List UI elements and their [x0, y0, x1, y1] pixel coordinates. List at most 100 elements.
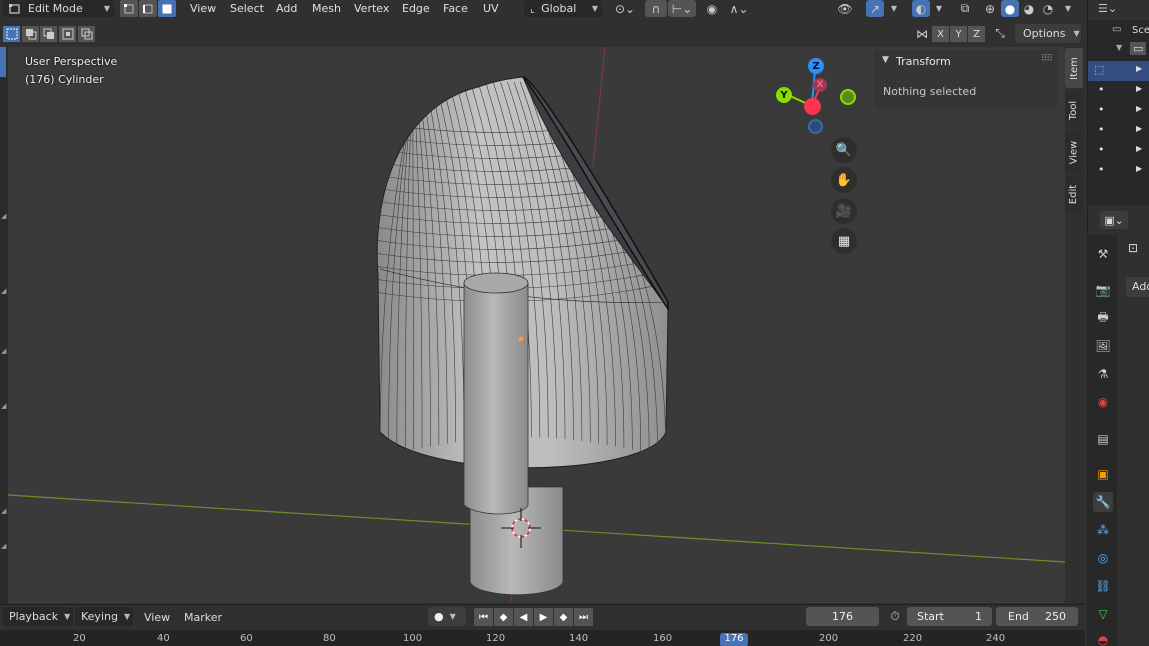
wireframe-shading-button[interactable]: ⊕ [981, 0, 999, 17]
collection-row[interactable]: ▼ ▭ [1088, 41, 1149, 60]
expand-arrow-icon[interactable]: ▶ [1136, 104, 1142, 113]
tab-item[interactable]: Item [1065, 48, 1083, 88]
gizmo-neg-y-ball[interactable] [840, 89, 856, 105]
gizmo-neg-x-ball[interactable] [804, 98, 821, 115]
shading-dropdown[interactable]: ▼ [1060, 0, 1076, 17]
mirror-options-button[interactable]: ⋈ [913, 25, 931, 42]
edge-select-mode-button[interactable] [139, 0, 157, 17]
menu-uv[interactable]: UV [483, 0, 499, 17]
overlays-dropdown[interactable]: ▼ [931, 0, 947, 17]
outliner-menu-icon[interactable]: ☰⌄ [1098, 2, 1117, 15]
gizmo-toggle[interactable]: ↗ [866, 0, 884, 17]
keyframe-record-button[interactable]: ● ▼ [428, 607, 466, 626]
select-extend-button[interactable] [22, 26, 39, 42]
jump-to-start-button[interactable]: ⏮ [474, 608, 493, 626]
perspective-toggle-button[interactable]: ▦ [831, 228, 857, 254]
outliner-row-cylinder[interactable]: ⬚ ▶ [1088, 61, 1149, 81]
use-preview-range-toggle[interactable]: ⏱ [886, 607, 904, 626]
timeline-menu-marker[interactable]: Marker [184, 608, 222, 626]
mode-dropdown[interactable]: Edit Mode ▼ [2, 0, 114, 17]
proportional-edit-toggle[interactable]: ◉ [703, 0, 721, 17]
select-invert-button[interactable] [59, 26, 76, 42]
select-new-button[interactable] [3, 26, 20, 42]
play-reverse-button[interactable]: ◀ [514, 608, 533, 626]
menu-mesh[interactable]: Mesh [312, 0, 341, 17]
timeline-ruler[interactable]: 20 40 60 80 100 120 140 160 200 220 240 … [0, 630, 1085, 646]
menu-vertex[interactable]: Vertex [354, 0, 389, 17]
menu-edge[interactable]: Edge [402, 0, 430, 17]
transform-orientation-dropdown[interactable]: ⌞ Global ▼ [524, 0, 602, 17]
start-frame-field[interactable]: Start 1 [907, 607, 992, 626]
overlays-toggle[interactable]: ◐ [912, 0, 930, 17]
tab-collection[interactable]: ▤ [1093, 429, 1113, 449]
select-intersect-button[interactable] [78, 26, 95, 42]
tab-physics[interactable]: ◎ [1093, 548, 1113, 568]
scene-collection-row[interactable]: ▭ Sce [1088, 22, 1149, 40]
outliner-row[interactable]: • ▶ [1088, 161, 1149, 181]
jump-to-keyframe-next-button[interactable]: ◆ [554, 608, 573, 626]
auto-merge-button[interactable]: ⤡ [991, 25, 1009, 42]
outliner-row[interactable]: • ▶ [1088, 121, 1149, 141]
keying-dropdown[interactable]: Keying ▼ [75, 607, 133, 626]
menu-select[interactable]: Select [230, 0, 264, 17]
timeline-menu-view[interactable]: View [144, 608, 170, 626]
tab-tool[interactable]: Tool [1065, 92, 1083, 128]
xray-toggle[interactable]: ⧉ [956, 0, 974, 17]
expand-arrow-icon[interactable]: ▶ [1136, 124, 1142, 133]
menu-face[interactable]: Face [443, 0, 468, 17]
options-dropdown[interactable]: Options ▼ [1015, 24, 1081, 43]
playhead-frame-indicator[interactable]: 176 [720, 633, 748, 646]
snap-target-dropdown[interactable]: ⊢⌄ [668, 0, 696, 17]
collapse-chevron-icon[interactable]: ▼ [882, 55, 889, 65]
zoom-button[interactable]: 🔍 [831, 137, 857, 163]
falloff-dropdown[interactable]: ∧⌄ [724, 0, 754, 17]
toolbar-strip[interactable]: ◢ ◢ ◢ ◢ ◢ ◢ [0, 47, 8, 603]
menu-view[interactable]: View [190, 0, 216, 17]
gizmo-y-axis[interactable]: Y [776, 87, 792, 103]
tab-view-layer[interactable]: 🖼 [1093, 336, 1113, 356]
expand-arrow-icon[interactable]: ▶ [1136, 64, 1142, 73]
tab-scene[interactable]: ⚗ [1093, 364, 1113, 384]
tab-world[interactable]: ◉ [1093, 392, 1113, 412]
pivot-point-button[interactable]: ⊙⌄ [610, 0, 640, 17]
transform-panel-title[interactable]: Transform [896, 55, 951, 68]
gizmo-z-axis[interactable]: Z [808, 58, 824, 74]
outliner-row[interactable]: • ▶ [1088, 141, 1149, 161]
gizmo-neg-z-ball[interactable] [808, 119, 823, 134]
end-frame-field[interactable]: End 250 [996, 607, 1078, 626]
tab-render[interactable]: 📷 [1093, 280, 1113, 300]
tab-object[interactable]: ▣ [1093, 464, 1113, 484]
mirror-x-toggle[interactable]: X [932, 26, 949, 42]
tab-output[interactable]: 🖶 [1093, 308, 1113, 328]
tab-edit[interactable]: Edit [1065, 176, 1083, 212]
tab-modifiers[interactable]: 🔧 [1093, 492, 1113, 512]
add-modifier-button[interactable]: Add [1126, 277, 1149, 297]
expand-arrow-icon[interactable]: ▼ [1116, 43, 1122, 52]
outliner-row[interactable]: • ▶ [1088, 81, 1149, 101]
play-button[interactable]: ▶ [534, 608, 553, 626]
drag-grip-icon[interactable]: ⠿⠿ [1041, 54, 1053, 64]
face-select-mode-button[interactable] [158, 0, 176, 17]
current-frame-field[interactable]: 176 [806, 607, 879, 626]
vertex-select-mode-button[interactable] [120, 0, 138, 17]
mirror-z-toggle[interactable]: Z [968, 26, 985, 42]
expand-arrow-icon[interactable]: ▶ [1136, 164, 1142, 173]
material-preview-button[interactable]: ◕ [1020, 0, 1038, 17]
tab-particles[interactable]: ⁂ [1093, 520, 1113, 540]
tab-data[interactable]: ▽ [1093, 604, 1113, 624]
snap-toggle[interactable]: ∩ [645, 0, 667, 17]
solid-shading-button[interactable]: ● [1001, 0, 1019, 17]
gizmo-x-axis[interactable]: X [813, 78, 827, 92]
pan-button[interactable]: ✋ [831, 167, 857, 193]
3d-viewport[interactable]: User Perspective (176) Cylinder [8, 47, 1065, 603]
expand-arrow-icon[interactable]: ▶ [1136, 144, 1142, 153]
jump-to-keyframe-prev-button[interactable]: ◆ [494, 608, 513, 626]
camera-view-button[interactable]: 🎥 [831, 198, 857, 224]
pin-icon[interactable]: ⊡ [1128, 241, 1138, 255]
expand-arrow-icon[interactable]: ▶ [1136, 84, 1142, 93]
menu-add[interactable]: Add [276, 0, 297, 17]
jump-to-end-button[interactable]: ⏭ [574, 608, 593, 626]
gizmo-dropdown[interactable]: ▼ [886, 0, 902, 17]
tab-view[interactable]: View [1065, 132, 1083, 172]
visibility-dropdown[interactable]: 👁 [830, 0, 860, 17]
